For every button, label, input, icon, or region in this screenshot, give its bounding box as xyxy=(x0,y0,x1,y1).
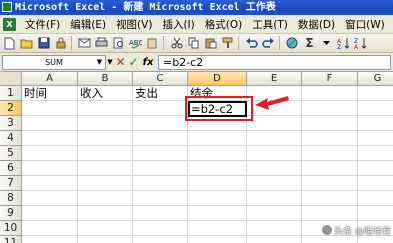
toolbar-separator xyxy=(238,36,239,50)
worksheet-grid[interactable]: A B C D E F G 1 2 3 4 5 6 7 8 9 10 11 时间… xyxy=(0,72,393,243)
cut-icon[interactable] xyxy=(169,36,184,51)
column-header-e[interactable]: E xyxy=(247,72,302,86)
enter-icon[interactable]: ✓ xyxy=(127,55,140,69)
formula-input[interactable]: =b2-c2 xyxy=(158,54,391,70)
formula-bar: SUM ▼ ▼ ✕ ✓ fx =b2-c2 xyxy=(0,53,393,72)
window-title: Microsoft Excel - 新建 Microsoft Excel 工作表 xyxy=(15,2,276,13)
menu-edit[interactable]: 编辑(E) xyxy=(65,17,111,32)
gridline xyxy=(22,190,393,191)
cell-b1[interactable]: 收入 xyxy=(78,86,132,101)
gridline xyxy=(22,145,393,146)
name-box-chevron-icon[interactable]: ▼ xyxy=(106,58,114,66)
new-icon[interactable] xyxy=(2,36,17,51)
column-header-b[interactable]: B xyxy=(78,72,133,86)
row-header-10[interactable]: 10 xyxy=(0,221,22,236)
watermark-icon xyxy=(322,225,332,235)
workbook-icon[interactable]: X xyxy=(3,17,16,31)
permission-icon[interactable] xyxy=(53,36,68,51)
row-header-5[interactable]: 5 xyxy=(0,146,22,161)
research-icon[interactable] xyxy=(145,36,160,51)
standard-toolbar: ABC Σ AZ ZA xyxy=(0,34,393,53)
menu-insert[interactable]: 插入(I) xyxy=(157,17,199,32)
sort-descending-icon[interactable]: ZA xyxy=(353,36,368,51)
sort-ascending-icon[interactable]: AZ xyxy=(336,36,351,51)
gridline xyxy=(22,205,393,206)
chevron-down-icon[interactable]: ▼ xyxy=(95,57,104,68)
title-bar: Microsoft Excel - 新建 Microsoft Excel 工作表 xyxy=(0,0,393,15)
paste-icon[interactable] xyxy=(203,36,218,51)
highlight-box xyxy=(185,96,253,121)
insert-function-button[interactable]: fx xyxy=(140,57,156,68)
row-header-11[interactable]: 11 xyxy=(0,236,22,243)
open-icon[interactable] xyxy=(19,36,34,51)
gridline xyxy=(22,220,393,221)
row-header-1[interactable]: 1 xyxy=(0,86,22,101)
chevron-down-icon[interactable] xyxy=(319,36,334,51)
row-header-9[interactable]: 9 xyxy=(0,206,22,221)
menu-view[interactable]: 视图(V) xyxy=(111,17,157,32)
name-box-value: SUM xyxy=(45,57,63,67)
menu-data[interactable]: 数据(D) xyxy=(293,17,340,32)
undo-icon[interactable] xyxy=(244,36,259,51)
excel-app-icon xyxy=(2,2,12,12)
toolbar-separator xyxy=(279,36,280,50)
format-painter-icon[interactable] xyxy=(220,36,235,51)
gridline xyxy=(22,130,393,131)
menu-tools[interactable]: 工具(T) xyxy=(247,17,293,32)
print-preview-icon[interactable] xyxy=(111,36,126,51)
menu-bar: X 文件(F) 编辑(E) 视图(V) 插入(I) 格式(O) 工具(T) 数据… xyxy=(0,15,393,34)
name-box[interactable]: SUM ▼ xyxy=(2,54,106,70)
print-icon[interactable] xyxy=(94,36,109,51)
row-header-4[interactable]: 4 xyxy=(0,131,22,146)
row-header-3[interactable]: 3 xyxy=(0,116,22,131)
spelling-icon[interactable]: ABC xyxy=(128,36,143,51)
column-header-f[interactable]: F xyxy=(302,72,358,86)
column-header-c[interactable]: C xyxy=(133,72,188,86)
row-header-6[interactable]: 6 xyxy=(0,161,22,176)
copy-icon[interactable] xyxy=(186,36,201,51)
svg-text:A: A xyxy=(354,44,359,49)
cell-a1[interactable]: 时间 xyxy=(22,86,77,101)
red-arrow-icon xyxy=(255,96,289,110)
watermark: 头条 @哈哈有 xyxy=(322,224,391,237)
watermark-text: 头条 @哈哈有 xyxy=(334,227,391,237)
column-header-g[interactable]: G xyxy=(358,72,393,86)
cell-c1[interactable]: 支出 xyxy=(133,86,187,101)
column-header-d[interactable]: D xyxy=(188,72,247,86)
menu-format[interactable]: 格式(O) xyxy=(200,17,247,32)
autosum-icon[interactable]: Σ xyxy=(302,36,317,51)
svg-text:Z: Z xyxy=(337,44,341,49)
email-icon[interactable] xyxy=(77,36,92,51)
select-all-corner[interactable] xyxy=(0,72,22,86)
gridline xyxy=(22,160,393,161)
column-header-a[interactable]: A xyxy=(22,72,78,86)
row-header-7[interactable]: 7 xyxy=(0,176,22,191)
toolbar-separator xyxy=(163,36,164,50)
cancel-icon[interactable]: ✕ xyxy=(114,55,127,69)
hyperlink-icon[interactable] xyxy=(285,36,300,51)
svg-text:ABC: ABC xyxy=(129,39,142,47)
toolbar-separator xyxy=(71,36,72,50)
menu-window[interactable]: 窗口(W) xyxy=(340,17,390,32)
row-header-2[interactable]: 2 xyxy=(0,101,22,116)
redo-icon[interactable] xyxy=(261,36,276,51)
gridline xyxy=(22,175,393,176)
row-header-8[interactable]: 8 xyxy=(0,191,22,206)
save-icon[interactable] xyxy=(36,36,51,51)
menu-file[interactable]: 文件(F) xyxy=(20,17,65,32)
